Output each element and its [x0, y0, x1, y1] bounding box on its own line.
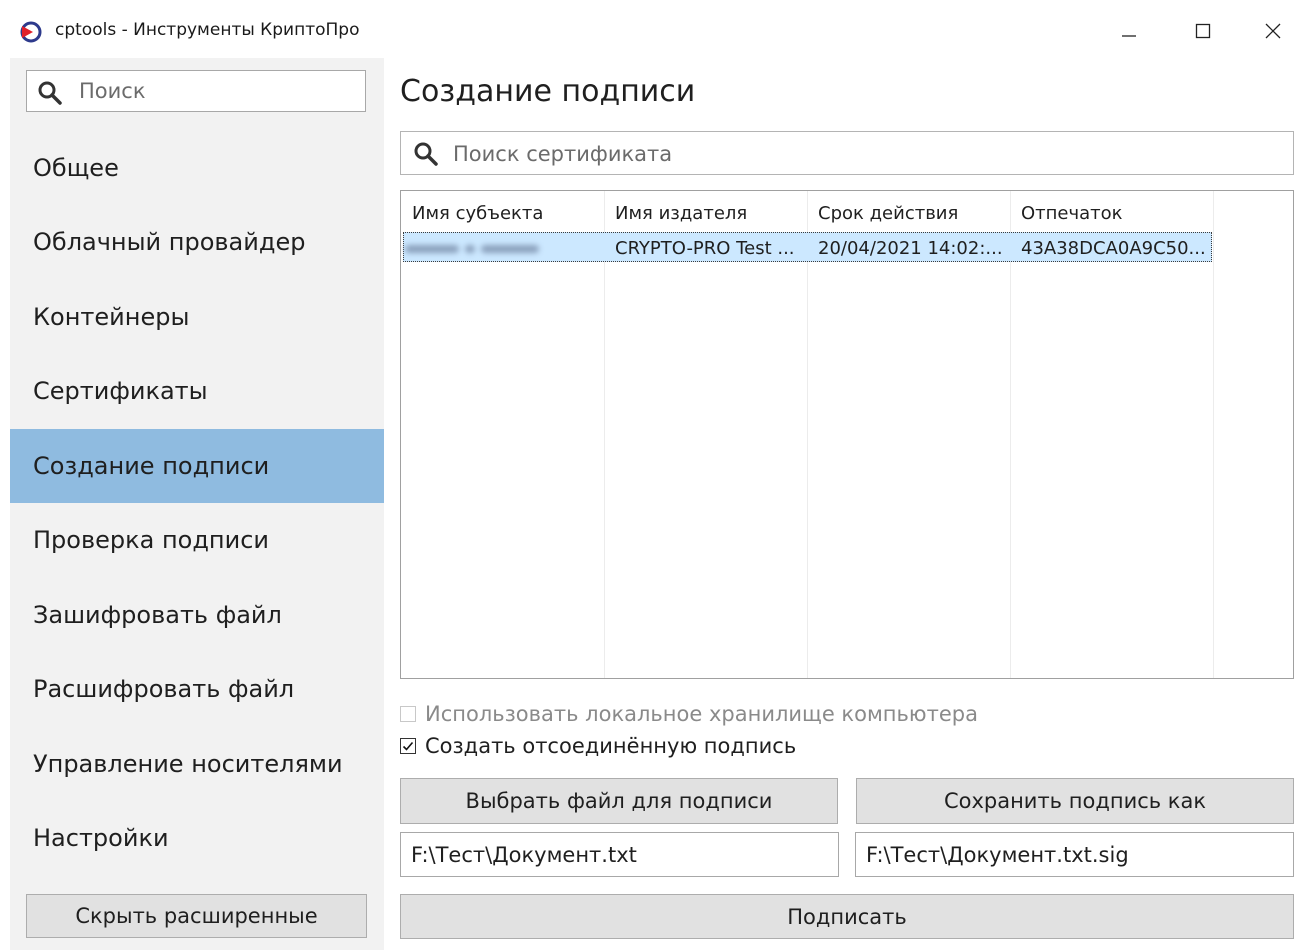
column-divider — [1010, 191, 1011, 678]
column-header-valid-until[interactable]: Срок действия — [818, 203, 958, 224]
input-file-field[interactable] — [400, 832, 839, 877]
sidebar-item-manage-media[interactable]: Управление носителями — [10, 727, 384, 801]
sidebar-item-verify-signature[interactable]: Проверка подписи — [10, 503, 384, 577]
subject-name-redacted — [405, 238, 541, 258]
output-file-field[interactable] — [855, 832, 1294, 877]
sidebar-item-encrypt-file[interactable]: Зашифровать файл — [10, 578, 384, 652]
column-divider — [807, 191, 808, 678]
sidebar-item-label: Облачный провайдер — [33, 228, 306, 256]
column-header-thumbprint[interactable]: Отпечаток — [1021, 203, 1123, 224]
checkbox-checked-icon — [400, 738, 416, 754]
sidebar-item-decrypt-file[interactable]: Расшифровать файл — [10, 652, 384, 726]
sidebar-item-label: Создание подписи — [33, 452, 270, 480]
hide-advanced-button[interactable]: Скрыть расширенные — [26, 894, 367, 938]
sidebar-item-certificates[interactable]: Сертификаты — [10, 354, 384, 428]
detached-signature-label: Создать отсоединённую подпись — [425, 734, 797, 758]
sidebar-item-containers[interactable]: Контейнеры — [10, 280, 384, 354]
close-icon — [1265, 23, 1281, 39]
column-divider — [1213, 191, 1214, 678]
sidebar-item-label: Контейнеры — [33, 303, 190, 331]
sidebar-item-label: Проверка подписи — [33, 526, 269, 554]
sidebar-item-label: Сертификаты — [33, 377, 208, 405]
sidebar-item-create-signature[interactable]: Создание подписи — [10, 429, 384, 503]
input-file-path[interactable] — [411, 841, 805, 869]
minimize-button[interactable] — [1096, 6, 1162, 56]
sidebar-item-label: Общее — [33, 154, 119, 182]
search-icon — [38, 81, 62, 105]
sign-button[interactable]: Подписать — [400, 894, 1294, 939]
sidebar-item-label: Зашифровать файл — [33, 601, 282, 629]
column-header-subject[interactable]: Имя субъекта — [412, 203, 543, 224]
maximize-button[interactable] — [1170, 6, 1236, 56]
sidebar-item-cloud-provider[interactable]: Облачный провайдер — [10, 205, 384, 279]
choose-file-button[interactable]: Выбрать файл для подписи — [400, 778, 838, 824]
use-local-store-checkbox[interactable]: Использовать локальное хранилище компьют… — [400, 702, 978, 726]
cell-thumbprint: 43A38DCA0A9C50... — [1021, 238, 1206, 259]
certificate-search-input[interactable] — [453, 140, 1273, 168]
close-button[interactable] — [1240, 6, 1304, 56]
sidebar-item-label: Расшифровать файл — [33, 675, 295, 703]
sidebar-search-box[interactable] — [26, 70, 366, 112]
detached-signature-checkbox[interactable]: Создать отсоединённую подпись — [400, 734, 796, 758]
cell-issuer: CRYPTO-PRO Test ... — [615, 238, 795, 259]
certificate-search-box[interactable] — [400, 131, 1294, 175]
sidebar-item-general[interactable]: Общее — [10, 131, 384, 205]
column-header-issuer[interactable]: Имя издателя — [615, 203, 747, 224]
output-file-path[interactable] — [866, 841, 1260, 869]
checkbox-unchecked-icon — [400, 706, 416, 722]
use-local-store-label: Использовать локальное хранилище компьют… — [425, 702, 978, 726]
certificate-table: Имя субъекта Имя издателя Срок действия … — [400, 190, 1294, 679]
column-divider — [604, 191, 605, 678]
sidebar-search-input[interactable] — [79, 77, 359, 105]
window-title: cptools - Инструменты КриптоПро — [55, 20, 360, 40]
minimize-icon — [1122, 35, 1136, 37]
sidebar-item-settings[interactable]: Настройки — [10, 801, 384, 875]
search-icon — [414, 142, 438, 166]
cell-valid-until: 20/04/2021 14:02:... — [818, 238, 1003, 259]
save-signature-as-button[interactable]: Сохранить подпись как — [856, 778, 1294, 824]
page-title: Создание подписи — [400, 74, 696, 109]
sidebar-item-label: Настройки — [33, 824, 169, 852]
sidebar: Общее Облачный провайдер Контейнеры Серт… — [10, 58, 384, 950]
title-bar: cptools - Инструменты КриптоПро — [0, 0, 1304, 58]
maximize-icon — [1195, 23, 1211, 39]
sidebar-item-label: Управление носителями — [33, 750, 343, 778]
cryptopro-logo-icon — [20, 21, 42, 43]
